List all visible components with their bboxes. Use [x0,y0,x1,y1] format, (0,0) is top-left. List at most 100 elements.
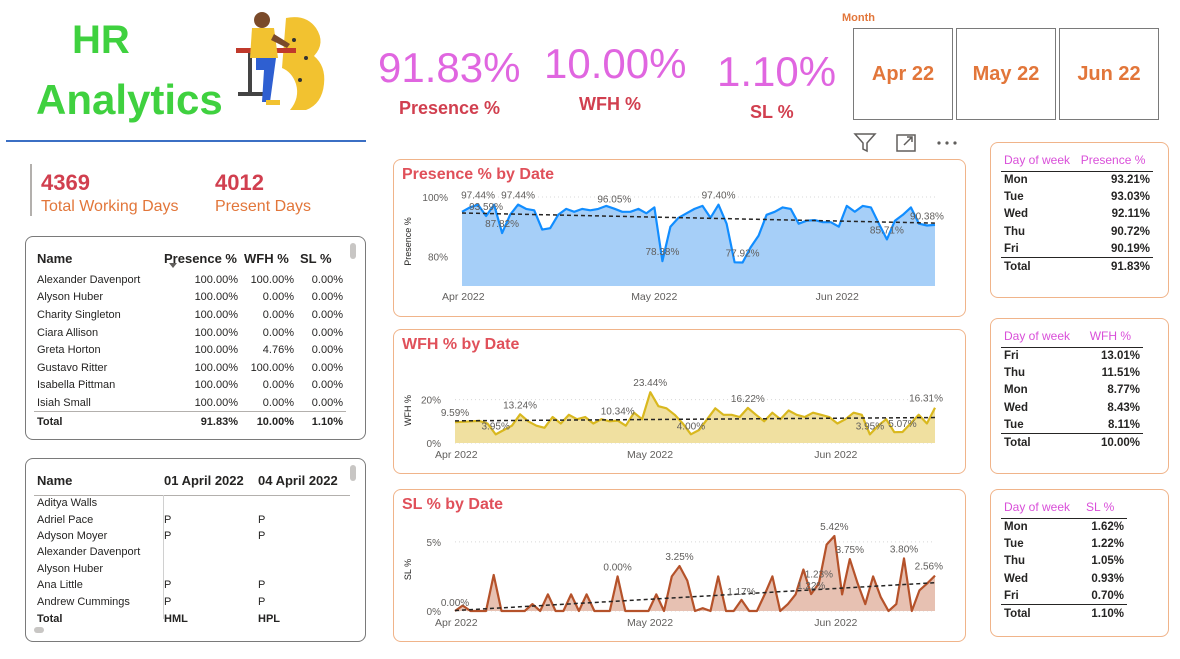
sl-cell: 0.00% [311,326,343,339]
presence-by-date-chart[interactable]: 80% 100% Presence % Apr 2022 May 2022 Jun 202… [394,160,967,318]
table-row[interactable]: Adriel Pace P P [34,511,350,527]
day-cell: Tue [1004,419,1024,431]
col-header-date-1[interactable]: 01 April 2022 [161,467,255,495]
col-header-date-2[interactable]: 04 April 2022 [255,467,350,495]
table-row[interactable]: Fri 90.19% [1001,241,1153,258]
table-scrollbar[interactable] [350,465,356,481]
wfh-cell: 4.76% [262,344,294,357]
data-label: 23.44% [633,378,667,389]
present-days-label: Present Days [215,198,312,215]
value-cell: 1.05% [1091,555,1124,568]
table-row[interactable]: Wed 92.11% [1001,206,1153,223]
col-header-day-of-week[interactable]: Day of week [1001,149,1078,172]
table-row[interactable]: Wed 0.93% [1001,570,1127,587]
wfh-by-date-chart[interactable]: 0%20%WFH %Apr 2022 May 2022 Jun 20229.59%3… [394,330,967,475]
x-tick-label: Apr 2022 [435,617,478,629]
sl-cell: 0.00% [311,396,343,409]
table-row[interactable]: Andrew Cummings P P [34,593,350,609]
x-tick-label: May 2022 [627,617,673,629]
month-tile-apr-22[interactable]: Apr 22 [853,28,953,120]
table-row[interactable]: Mon 8.77% [1001,382,1143,399]
sl-cell: 0.00% [311,361,343,374]
table-row[interactable]: Tue 93.03% [1001,188,1153,205]
col-header-name[interactable]: Name [34,245,161,271]
attendance-total-date-1: HML [164,612,188,625]
y-axis-label: SL % [403,559,413,580]
more-options-icon[interactable] [934,132,960,154]
table-row[interactable]: Alyson Huber [34,561,350,577]
presence-cell: 100.00% [194,291,238,304]
table-row[interactable]: Fri 13.01% [1001,347,1143,364]
table-row[interactable]: Mon 1.62% [1001,518,1127,535]
attendance-date-2-cell [255,544,350,560]
value-cell: 11.51% [1101,367,1140,380]
value-cell: 92.11% [1111,208,1150,221]
table-row[interactable]: Tue 1.22% [1001,535,1127,552]
table-row[interactable]: Isiah Small 100.00% 0.00% 0.00% [34,394,346,412]
table-row[interactable]: Tue 8.11% [1001,417,1143,434]
table-row[interactable]: Greta Horton 100.00% 4.76% 0.00% [34,341,346,359]
data-label: 9.59% [441,408,469,419]
table-row[interactable]: Alexander Davenport 100.00% 100.00% 0.00% [34,271,346,289]
data-label: 97.44% [461,191,495,202]
y-tick-label: 20% [421,396,441,407]
dow-wfh-panel: Day of week WFH % Fri 13.01% Thu 11.51% Mon 8.7… [990,318,1169,474]
table-row[interactable]: Alyson Huber 100.00% 0.00% 0.00% [34,289,346,307]
table-row[interactable]: Gustavo Ritter 100.00% 100.00% 0.00% [34,359,346,377]
table-row[interactable]: Fri 0.70% [1001,588,1127,605]
day-cell: Wed [1004,401,1029,414]
column-divider [163,495,164,619]
sl-cell: 0.00% [311,344,343,357]
focus-mode-icon[interactable] [895,132,919,154]
sl-by-date-chart[interactable]: 0%5%SL %Apr 2022 May 2022 Jun 20220.00%0.0… [394,490,967,643]
col-header-name[interactable]: Name [34,467,161,495]
employee-name: Alexander Davenport [37,273,141,286]
table-row[interactable]: Thu 90.72% [1001,223,1153,240]
value-cell: 0.93% [1091,572,1124,585]
month-tile-jun-22[interactable]: Jun 22 [1059,28,1159,120]
employee-name: Ana Little [37,579,83,592]
attendance-date-1-cell: P [164,529,172,542]
attendance-date-2-cell: P [258,595,266,608]
table-row[interactable]: Thu 11.51% [1001,364,1143,381]
data-label: 3.25% [665,552,693,563]
data-label: 97.44% [501,191,535,202]
data-label: 10.34% [601,407,635,418]
day-cell: Tue [1004,191,1024,204]
table-row[interactable]: Alexander Davenport [34,544,350,560]
col-header-metric[interactable]: SL % [1083,496,1127,519]
total-working-days-label: Total Working Days [41,198,179,215]
employee-name: Alexander Davenport [37,546,141,559]
col-header-sl[interactable]: SL % [297,245,346,271]
sort-desc-icon[interactable] [168,262,178,270]
attendance-date-2-cell [255,561,350,577]
col-header-day-of-week[interactable]: Day of week [1001,496,1084,519]
table-row[interactable]: Adyson Moyer P P [34,528,350,544]
x-tick-label: May 2022 [627,449,673,461]
col-header-wfh[interactable]: WFH % [241,245,297,271]
table-scrollbar[interactable] [350,243,356,259]
table-row[interactable]: Ciara Allison 100.00% 0.00% 0.00% [34,324,346,342]
table-total-row: Total 10.00% [1001,433,1143,452]
col-header-day-of-week[interactable]: Day of week [1001,325,1087,348]
day-cell: Thu [1004,225,1026,238]
value-cell: 13.01% [1100,349,1140,362]
col-header-metric[interactable]: Presence % [1077,149,1153,172]
month-tile-may-22[interactable]: May 22 [956,28,1056,120]
col-header-metric[interactable]: WFH % [1086,325,1143,348]
table-row[interactable]: Aditya Walls [34,495,350,511]
data-label: 1.22% [797,581,825,592]
table-row[interactable]: Mon 93.21% [1001,171,1153,188]
data-label: 77.92% [726,249,760,260]
x-tick-label: May 2022 [631,291,677,303]
table-row[interactable]: Thu 1.05% [1001,553,1127,570]
attendance-date-2-cell: P [258,529,266,542]
table-row[interactable]: Wed 8.43% [1001,399,1143,416]
table-row[interactable]: Ana Little P P [34,577,350,593]
attendance-date-1-cell [161,544,255,560]
table-row[interactable]: Charity Singleton 100.00% 0.00% 0.00% [34,306,346,324]
table-horizontal-scrollbar[interactable] [34,627,44,633]
table-row[interactable]: Isabella Pittman 100.00% 0.00% 0.00% [34,377,346,395]
filter-icon[interactable] [853,132,877,154]
total-value: 10.00% [1086,433,1143,452]
